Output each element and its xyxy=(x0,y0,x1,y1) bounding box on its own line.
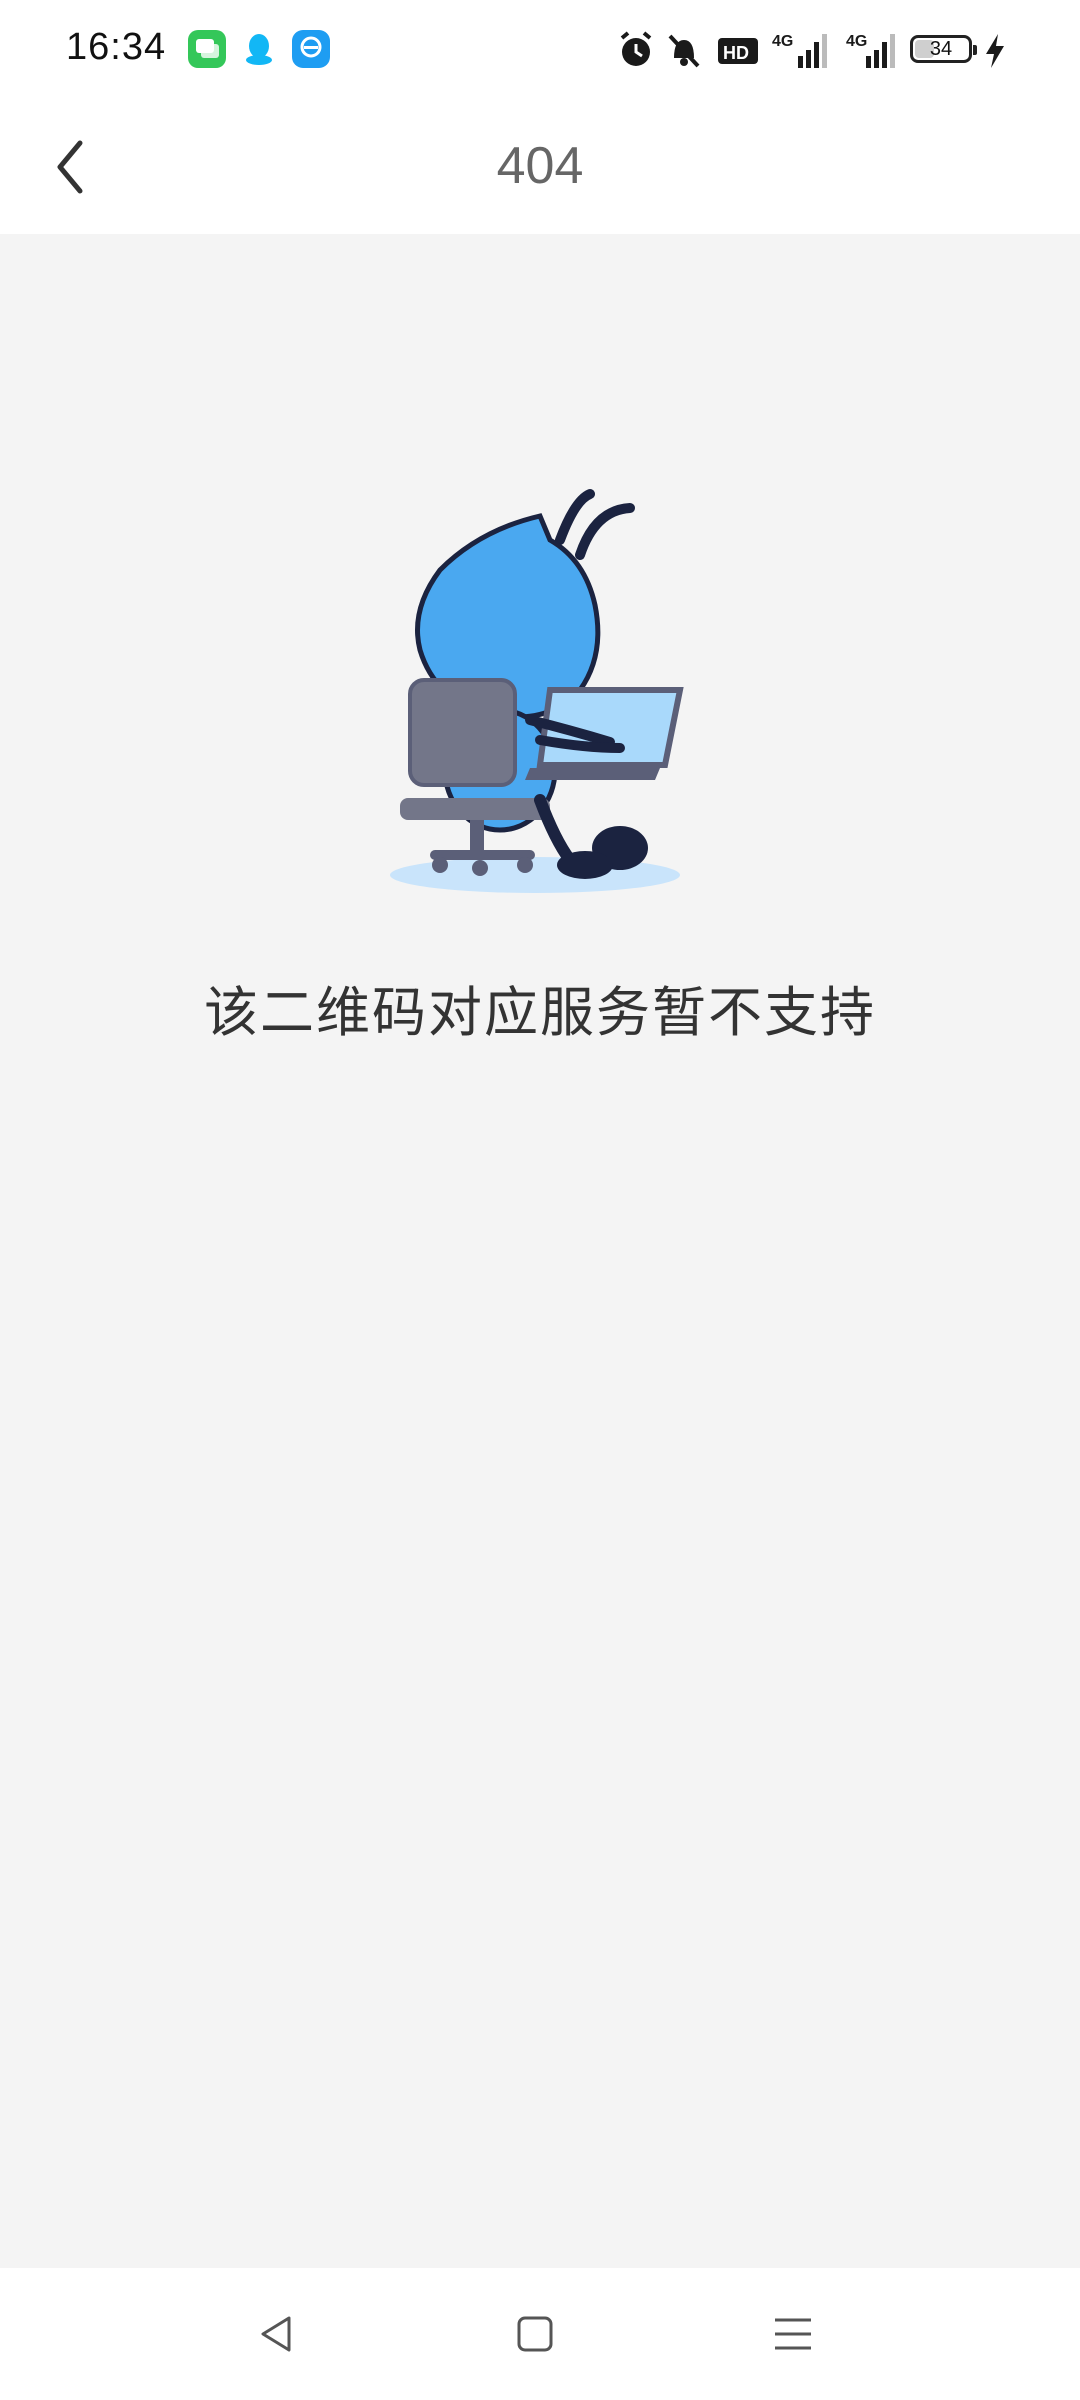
page-title: 404 xyxy=(496,137,584,195)
status-bar: 16:34 HD 4G 4G 34 xyxy=(0,0,1080,100)
hamburger-menu-icon xyxy=(775,2318,811,2350)
battery-level: 34 xyxy=(929,37,953,60)
nav-header: 404 xyxy=(0,100,1080,234)
ant-at-laptop-illustration xyxy=(380,480,700,900)
charging-bolt-icon xyxy=(982,28,1008,72)
battery-nub xyxy=(973,45,977,55)
system-menu-button[interactable] xyxy=(763,2304,823,2364)
system-nav-bar xyxy=(0,2268,1080,2400)
mute-bell-icon xyxy=(664,28,704,72)
svg-text:HD: HD xyxy=(723,43,749,63)
screen: 16:34 HD 4G 4G 34 404 该二维码对应服务暂不支持 xyxy=(0,0,1080,2400)
square-home-icon xyxy=(517,2316,553,2352)
alarm-icon xyxy=(616,28,656,72)
error-message: 该二维码对应服务暂不支持 xyxy=(204,981,876,1044)
system-home-button[interactable] xyxy=(505,2304,565,2364)
svg-text:4G: 4G xyxy=(846,33,867,50)
signal-4g-icon: 4G xyxy=(770,28,832,72)
system-back-button[interactable] xyxy=(247,2304,307,2364)
svg-text:4G: 4G xyxy=(772,33,793,50)
qq-app-icon xyxy=(240,30,278,68)
messages-app-icon xyxy=(188,30,226,68)
battery-icon: 34 xyxy=(910,35,977,63)
eleme-app-icon xyxy=(292,30,330,68)
signal-4g-icon-2: 4G xyxy=(846,28,898,72)
triangle-back-icon xyxy=(261,2316,291,2352)
hd-voice-icon: HD xyxy=(716,28,762,72)
status-time: 16:34 xyxy=(66,26,167,68)
